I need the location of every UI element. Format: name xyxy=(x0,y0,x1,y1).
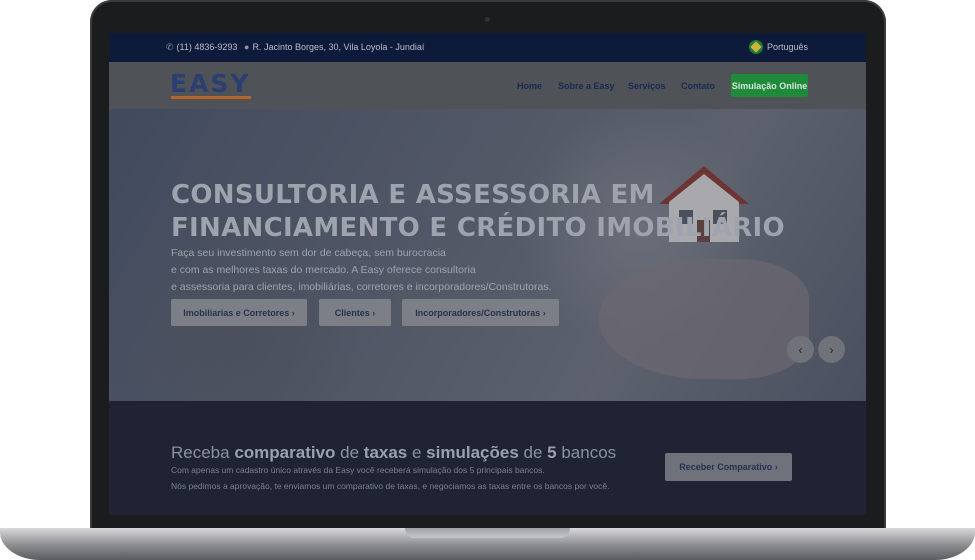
clientes-button[interactable]: Clientes › xyxy=(319,299,391,326)
chevron-right-icon: › xyxy=(542,307,546,318)
chevron-right-icon: › xyxy=(372,307,376,318)
laptop-screen: ✆ (11) 4836-9293 ● R. Jacinto Borges, 30, … xyxy=(109,33,866,515)
nav-home[interactable]: Home xyxy=(517,81,542,91)
nav-sobre[interactable]: Sobre a Easy xyxy=(558,81,615,91)
chevron-right-icon: › xyxy=(291,307,295,318)
carousel-next-button[interactable]: › xyxy=(818,336,845,363)
nav-servicos[interactable]: Serviços xyxy=(628,81,666,91)
phone-icon: ✆ xyxy=(166,42,174,52)
language-selector[interactable]: Português xyxy=(748,40,808,54)
receber-comparativo-button[interactable]: Receber Comparativo › xyxy=(665,453,792,481)
top-info-bar: ✆ (11) 4836-9293 ● R. Jacinto Borges, 30, … xyxy=(109,33,866,62)
comparison-description-2: Nós pedimos a aprovação, te enviamos um … xyxy=(171,481,610,491)
main-navbar: EASY Home Sobre a Easy Serviços Contato … xyxy=(109,62,866,109)
logo-wordmark: EASY xyxy=(170,69,251,98)
carousel-prev-button[interactable]: ‹ xyxy=(787,336,814,363)
simulacao-online-button[interactable]: Simulação Online xyxy=(731,74,808,97)
laptop-notch xyxy=(405,528,570,538)
hero-title: CONSULTORIA E ASSESSORIA EM FINANCIAMENT… xyxy=(171,180,785,243)
address-contact[interactable]: ● R. Jacinto Borges, 30, Vila Loyola - Ju… xyxy=(244,42,424,52)
phone-contact[interactable]: ✆ (11) 4836-9293 xyxy=(166,42,237,53)
logo-underline xyxy=(171,96,251,99)
camera-dot xyxy=(485,17,490,22)
hero-banner: CONSULTORIA E ASSESSORIA EM FINANCIAMENT… xyxy=(109,109,866,401)
nav-contato[interactable]: Contato xyxy=(681,81,715,91)
imobiliarias-corretores-button[interactable]: Imobiliarias e Corretores › xyxy=(171,299,307,326)
comparison-title: Receba comparativo de taxas e simulações… xyxy=(171,443,617,462)
brazil-flag-icon xyxy=(748,40,763,54)
location-pin-icon: ● xyxy=(244,42,250,52)
comparison-description-1: Com apenas um cadastro único através da … xyxy=(171,465,545,475)
chevron-right-icon: › xyxy=(774,462,778,472)
easy-logo[interactable]: EASY xyxy=(170,71,252,101)
incorporadores-construtoras-button[interactable]: Incorporadores/Construtoras › xyxy=(402,299,559,326)
comparison-section: Receba comparativo de taxas e simulações… xyxy=(109,401,866,515)
hero-subtitle: Faça seu investimento sem dor de cabeça,… xyxy=(171,247,552,293)
